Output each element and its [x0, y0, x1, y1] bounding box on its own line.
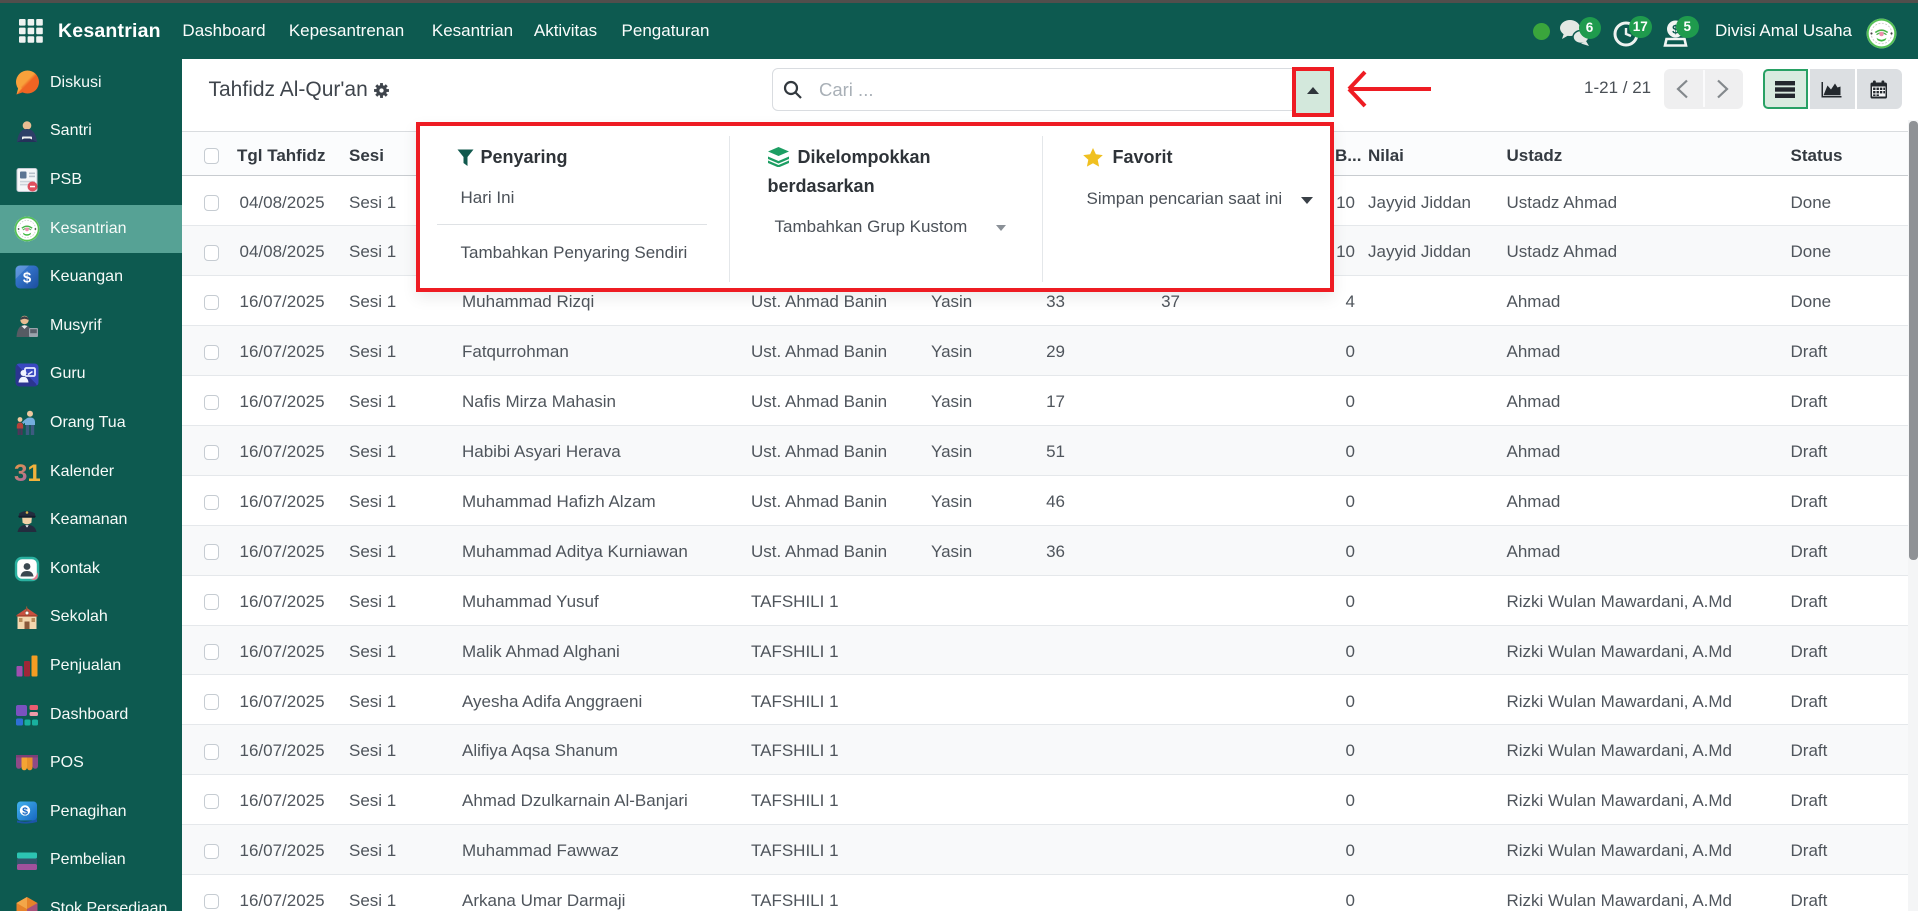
svg-text:3: 3: [14, 460, 27, 485]
svg-text:$: $: [23, 270, 32, 287]
svg-text:1: 1: [28, 460, 41, 485]
svg-text:$: $: [22, 805, 28, 817]
